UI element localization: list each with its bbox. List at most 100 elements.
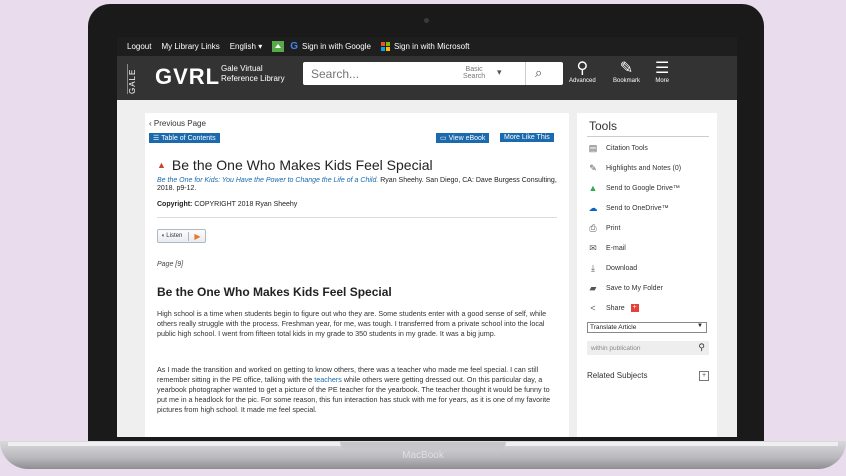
search-icon[interactable]: ⌕ <box>535 65 542 81</box>
tool-label: E-mail <box>606 245 626 252</box>
within-publication-search[interactable]: within publication ⚲ <box>587 341 709 355</box>
play-icon[interactable]: ▶ <box>188 231 205 241</box>
page-number: Page [9] <box>157 261 184 268</box>
translate-label: Translate Article <box>590 324 637 331</box>
triangle-icon: ▲ <box>157 160 166 170</box>
tools-divider <box>587 136 709 137</box>
ebook-icon: ▭ <box>440 135 447 142</box>
device-brand: MacBook <box>402 450 444 461</box>
article-title-text: Be the One Who Makes Kids Feel Special <box>171 157 433 173</box>
gvrl-subtitle-line2: Reference Library <box>221 74 285 83</box>
language-label: English <box>229 42 256 51</box>
gvrl-subtitle-line1: Gale Virtual <box>221 64 263 73</box>
search-box: Basic Search ▾ ⌕ <box>303 62 563 85</box>
tool-onedrive[interactable]: ☁ Send to OneDrive™ <box>587 203 669 214</box>
print-icon: ⎙ <box>589 223 597 233</box>
listen-label: Listen <box>166 233 183 239</box>
toc-label: Table of Contents <box>161 135 216 142</box>
google-drive-icon: ▲ <box>588 183 598 193</box>
basic-search-label-2: Search <box>463 73 486 80</box>
advanced-search-button[interactable]: ⚲ Advanced <box>569 60 596 84</box>
tool-label: Send to OneDrive™ <box>606 205 669 212</box>
tool-label: Print <box>606 225 621 232</box>
google-classroom-icon[interactable] <box>272 41 285 52</box>
chevron-down-icon[interactable]: ▾ <box>497 67 502 78</box>
gvrl-logo[interactable]: GVRL <box>155 64 220 90</box>
chevron-left-icon: ‹ <box>149 119 152 128</box>
my-library-links[interactable]: My Library Links <box>161 42 219 51</box>
paragraph-1: High school is a time when students begi… <box>157 309 547 338</box>
google-signin-link[interactable]: Sign in with Google <box>302 42 371 51</box>
logout-link[interactable]: Logout <box>127 42 151 51</box>
tool-highlights[interactable]: ✎ Highlights and Notes (0) <box>587 163 681 174</box>
camera <box>424 18 429 23</box>
more-label: More <box>655 78 669 84</box>
copyright-label: Copyright: <box>157 201 193 208</box>
caret-down-icon: ▼ <box>697 323 703 329</box>
gale-logo[interactable]: GALE <box>127 64 142 94</box>
laptop-notch <box>340 442 506 450</box>
download-icon: ⤓ <box>591 263 595 273</box>
advanced-label: Advanced <box>569 78 596 84</box>
basic-search-label-1: Basic <box>465 66 483 73</box>
within-publication-placeholder: within publication <box>591 345 641 352</box>
tool-google-drive[interactable]: ▲ Send to Google Drive™ <box>587 183 680 193</box>
tool-label: Highlights and Notes (0) <box>606 165 682 172</box>
view-ebook-button[interactable]: ▭ View eBook <box>436 133 490 143</box>
article-heading: Be the One Who Makes Kids Feel Special <box>157 285 392 299</box>
search-icon[interactable]: ⚲ <box>698 342 705 353</box>
site-header: GALE GVRL Gale Virtual Reference Library… <box>117 56 737 100</box>
search-input[interactable] <box>305 64 463 84</box>
tool-download[interactable]: ⤓ Download <box>587 263 637 274</box>
language-selector[interactable]: English ▾ <box>230 42 263 51</box>
google-icon: G <box>290 41 298 52</box>
highlighter-icon: ✎ <box>589 163 597 173</box>
more-menu-button[interactable]: ☰ More <box>655 60 669 84</box>
tool-label: Download <box>606 265 638 272</box>
previous-page-label: Previous Page <box>153 119 206 128</box>
related-subjects[interactable]: Related Subjects <box>587 371 647 380</box>
listen-button[interactable]: ◖ Listen ▶ <box>157 229 207 243</box>
tool-print[interactable]: ⎙ Print <box>587 223 620 234</box>
hamburger-icon: ☰ <box>655 60 670 77</box>
add-share-icon[interactable]: + <box>630 304 639 312</box>
basic-search-dropdown[interactable]: Basic Search <box>463 66 485 80</box>
tool-label: Share <box>606 304 625 312</box>
article-title: ▲ Be the One Who Makes Kids Feel Special <box>157 157 433 173</box>
translate-select[interactable]: Translate Article ▼ <box>587 322 707 333</box>
tool-save-folder[interactable]: ▰ Save to My Folder <box>587 283 663 294</box>
folder-icon: ▰ <box>589 283 597 293</box>
bookmark-label: Bookmark <box>613 78 641 84</box>
screen: Logout My Library Links English ▾ G Sign… <box>117 37 737 437</box>
tool-citation[interactable]: ▤ Citation Tools <box>587 143 648 154</box>
citation-link[interactable]: Be the One for Kids: You Have the Power … <box>157 177 378 184</box>
listen-label-wrap: ◖ Listen <box>158 233 188 239</box>
bookmark-button[interactable]: ✎ Bookmark <box>613 60 640 84</box>
more-like-this-button[interactable]: More Like This <box>500 133 554 142</box>
view-ebook-label: View eBook <box>448 135 486 142</box>
table-of-contents-button[interactable]: ☰ Table of Contents <box>149 133 220 143</box>
share-icon: < <box>590 303 596 313</box>
copyright: Copyright: COPYRIGHT 2018 Ryan Sheehy <box>157 201 297 208</box>
onedrive-icon: ☁ <box>588 203 598 213</box>
advanced-search-icon: ⚲ <box>576 60 589 77</box>
article-panel: ‹ Previous Page ☰ Table of Contents ▭ Vi… <box>145 113 569 437</box>
expand-icon[interactable]: + <box>699 371 709 381</box>
search-divider <box>525 62 526 85</box>
tool-email[interactable]: ✉ E-mail <box>587 243 626 254</box>
tools-panel: Tools ▤ Citation Tools ✎ Highlights and No… <box>577 113 717 437</box>
microsoft-signin-link[interactable]: Sign in with Microsoft <box>394 42 470 51</box>
tools-title: Tools <box>589 119 618 133</box>
copyright-text: COPYRIGHT 2018 Ryan Sheehy <box>192 201 298 208</box>
caret-down-icon: ▾ <box>258 42 263 51</box>
citation: Be the One for Kids: You Have the Power … <box>157 177 557 193</box>
citation-icon: ▤ <box>588 143 598 153</box>
speaker-icon: ◖ <box>161 233 165 239</box>
tool-label: Send to Google Drive™ <box>606 184 680 192</box>
tool-share[interactable]: < Share + <box>587 303 639 313</box>
teachers-link[interactable]: teachers <box>314 375 342 384</box>
top-bar: Logout My Library Links English ▾ G Sign… <box>117 37 737 56</box>
microsoft-icon <box>380 42 390 51</box>
list-icon: ☰ <box>153 135 160 142</box>
previous-page-link[interactable]: ‹ Previous Page <box>149 119 206 128</box>
